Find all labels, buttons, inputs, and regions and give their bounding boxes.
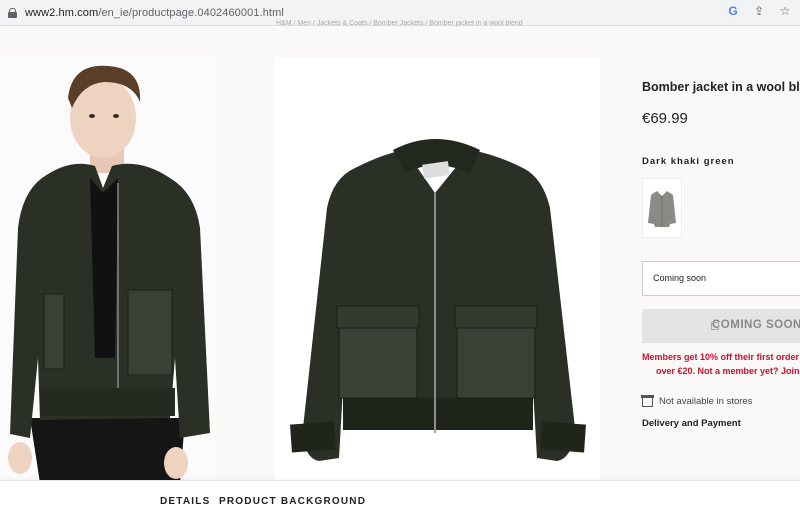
members-offer-line2: over €20. Not a member yet? Join <box>656 366 800 376</box>
bag-icon <box>711 322 719 330</box>
store-icon <box>641 394 654 407</box>
delivery-link[interactable]: Delivery and Payment <box>642 418 741 429</box>
product-price: €69.99 <box>642 110 688 127</box>
share-icon[interactable]: ⇪ <box>752 4 766 18</box>
tab-details[interactable]: DETAILS <box>160 496 210 507</box>
google-icon[interactable]: G <box>726 4 740 18</box>
model-photo[interactable] <box>0 58 215 483</box>
tab-product-background[interactable]: PRODUCT BACKGROUND <box>219 496 366 507</box>
url-text[interactable]: www2.hm.com/en_ie/productpage.0402460001… <box>25 7 284 19</box>
store-availability-label: Not available in stores <box>659 396 753 407</box>
star-icon[interactable]: ☆ <box>778 4 792 18</box>
color-swatch[interactable] <box>642 178 682 238</box>
lock-icon <box>8 7 17 18</box>
url-host: www2.hm.com <box>25 6 99 19</box>
product-title: Bomber jacket in a wool blend <box>642 80 800 94</box>
color-name: Dark khaki green <box>642 156 735 167</box>
store-availability[interactable]: Not available in stores <box>641 394 753 407</box>
product-tabs: DETAILS PRODUCT BACKGROUND <box>0 480 800 522</box>
product-photo[interactable] <box>275 58 600 483</box>
coming-soon-button[interactable]: COMING SOON <box>642 309 800 343</box>
coming-soon-label: COMING SOON <box>712 319 800 331</box>
url-path: /en_ie/productpage.0402460001.html <box>98 6 284 19</box>
size-select[interactable]: Coming soon <box>642 261 800 296</box>
breadcrumb[interactable]: H&M / Men / Jackets & Coats / Bomber Jac… <box>276 20 523 28</box>
members-offer[interactable]: Members get 10% off their first order ov… <box>642 350 800 378</box>
address-bar-actions: G ⇪ ☆ <box>726 4 792 18</box>
members-offer-line1: Members get 10% off their first order <box>642 352 800 362</box>
